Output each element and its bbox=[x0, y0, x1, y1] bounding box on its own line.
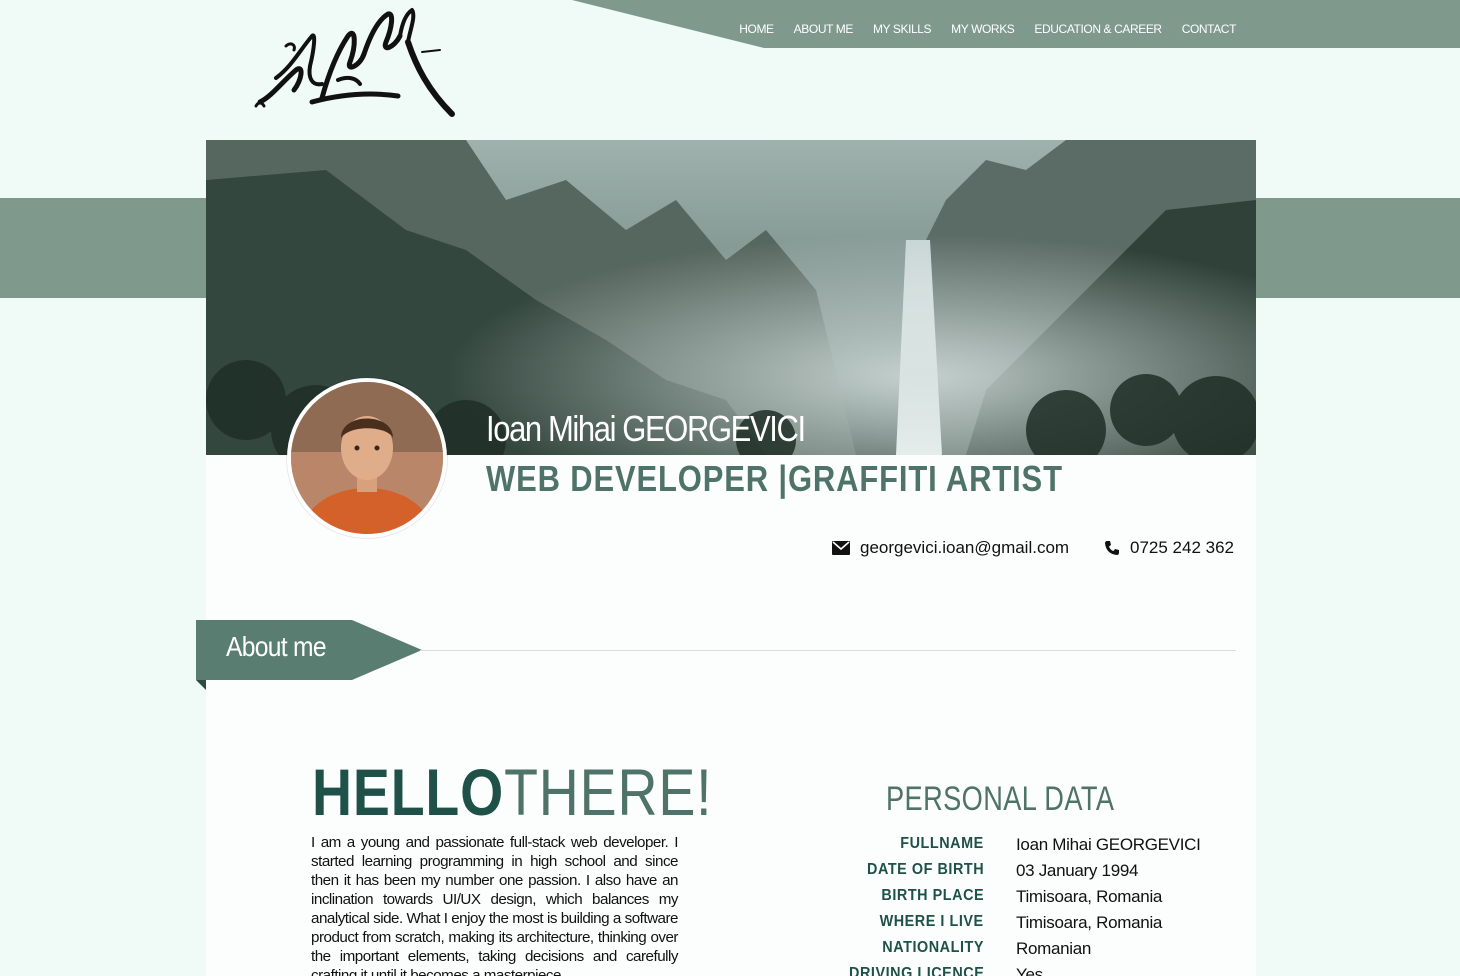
pd-value-nationality: Romanian bbox=[1016, 939, 1092, 958]
profile-name: Ioan Mihai GEORGEVICI bbox=[486, 408, 806, 449]
personal-data-title: PERSONAL DATA bbox=[886, 780, 1115, 818]
nav-my-works[interactable]: MY WORKS bbox=[951, 22, 1015, 36]
personal-data-row: WHERE I LIVE Timisoara, Romania bbox=[780, 913, 1260, 939]
email-contact[interactable]: georgevici.ioan@gmail.com bbox=[832, 538, 1069, 558]
avatar bbox=[287, 378, 447, 538]
phone-contact[interactable]: 0725 242 362 bbox=[1104, 538, 1234, 558]
hello-bold: HELLO bbox=[312, 755, 505, 829]
graffiti-logo[interactable] bbox=[252, 6, 462, 120]
phone-text[interactable]: 0725 242 362 bbox=[1130, 538, 1234, 558]
personal-data-row: DATE OF BIRTH 03 January 1994 bbox=[780, 861, 1260, 887]
pd-label-driving-licence: DRIVING LICENCE bbox=[848, 965, 984, 976]
about-bio: I am a young and passionate full-stack w… bbox=[311, 834, 679, 976]
envelope-icon bbox=[832, 541, 850, 555]
pd-value-fullname: Ioan Mihai GEORGEVICI bbox=[1016, 835, 1201, 854]
pd-label-fullname: FULLNAME bbox=[900, 835, 984, 852]
nav-contact[interactable]: CONTACT bbox=[1182, 22, 1237, 36]
nav-my-skills[interactable]: MY SKILLS bbox=[873, 22, 932, 36]
profile-role: WEB DEVELOPER |GRAFFITI ARTIST bbox=[486, 458, 1063, 499]
pd-label-where-i-live: WHERE I LIVE bbox=[879, 913, 984, 930]
nav-home[interactable]: HOME bbox=[739, 22, 774, 36]
personal-data-row: BIRTH PLACE Timisoara, Romania bbox=[780, 887, 1260, 913]
phone-icon bbox=[1105, 541, 1119, 555]
section-divider bbox=[420, 650, 1236, 651]
email-text[interactable]: georgevici.ioan@gmail.com bbox=[860, 538, 1069, 558]
pd-label-birth-place: BIRTH PLACE bbox=[881, 887, 984, 904]
nav-about-me[interactable]: ABOUT ME bbox=[794, 22, 854, 36]
pd-value-birth-place: Timisoara, Romania bbox=[1016, 887, 1163, 906]
pd-value-dob: 03 January 1994 bbox=[1016, 861, 1139, 880]
header-band bbox=[572, 0, 1460, 48]
hello-rest: THERE! bbox=[504, 755, 713, 829]
pd-value-driving-licence: Yes bbox=[1016, 965, 1043, 976]
section-title-about: About me bbox=[226, 631, 327, 662]
personal-data-row: NATIONALITY Romanian bbox=[780, 939, 1260, 965]
personal-data-row: DRIVING LICENCE Yes bbox=[780, 965, 1260, 976]
pd-label-nationality: NATIONALITY bbox=[882, 939, 984, 956]
main-nav: HOME ABOUT ME MY SKILLS MY WORKS EDUCATI… bbox=[739, 22, 1236, 36]
nav-education-career[interactable]: EDUCATION & CAREER bbox=[1034, 22, 1162, 36]
hello-heading: HELLOTHERE! bbox=[312, 752, 712, 832]
pd-value-where-i-live: Timisoara, Romania bbox=[1016, 913, 1163, 932]
personal-data-row: FULLNAME Ioan Mihai GEORGEVICI bbox=[780, 835, 1260, 861]
pd-label-dob: DATE OF BIRTH bbox=[866, 861, 984, 878]
